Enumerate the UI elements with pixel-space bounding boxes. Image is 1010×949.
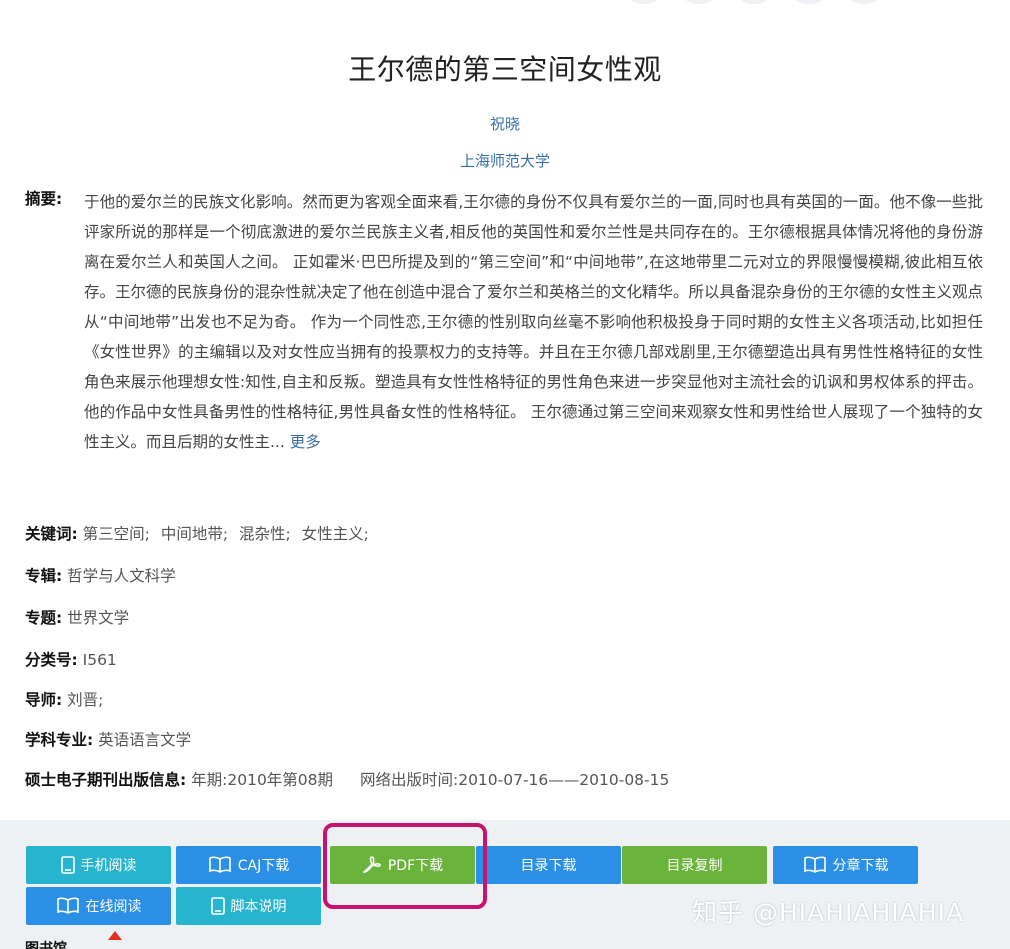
toc-download-label: 目录下载 — [520, 858, 577, 874]
publication-issue: 年期:2010年第08期 — [191, 771, 334, 789]
bottom-section-label: 图书馆 — [25, 941, 67, 949]
keyword-link[interactable]: 第三空间; — [83, 525, 150, 543]
red-caret-icon — [108, 931, 122, 940]
chapter-download-button[interactable]: 分章下载 — [773, 846, 918, 884]
publication-online-time: 网络出版时间:2010-07-16——2010-08-15 — [359, 771, 670, 789]
toc-copy-button[interactable]: 目录复制 — [622, 846, 767, 884]
phone-icon — [210, 897, 225, 915]
share-dot[interactable] — [683, 0, 715, 4]
publication-label: 硕士电子期刊出版信息: — [25, 771, 187, 789]
keywords-label: 关键词: — [25, 525, 78, 543]
class-label: 分类号: — [25, 651, 78, 669]
keyword-link[interactable]: 混杂性; — [239, 525, 291, 543]
caj-download-label: CAJ下载 — [237, 858, 290, 874]
advisor-row: 导师: 刘晋; — [25, 688, 103, 710]
major-row: 学科专业: 英语语言文学 — [25, 728, 191, 750]
paper-title: 王尔德的第三空间女性观 — [348, 53, 662, 86]
mobile-read-button[interactable]: 手机阅读 — [26, 846, 171, 884]
series-value: 哲学与人文科学 — [67, 567, 176, 585]
major-label: 学科专业: — [25, 731, 94, 749]
mobile-read-label: 手机阅读 — [80, 858, 137, 874]
share-dot[interactable] — [848, 0, 880, 4]
keywords-row: 关键词: 第三空间; 中间地带; 混杂性; 女性主义; — [25, 522, 375, 544]
online-read-label: 在线阅读 — [85, 899, 142, 915]
action-bar — [0, 820, 1010, 949]
publication-row: 硕士电子期刊出版信息: 年期:2010年第08期 网络出版时间:2010-07-… — [25, 768, 669, 790]
abstract-text: 于他的爱尔兰的民族文化影响。然而更为客观全面来看,王尔德的身份不仅具有爱尔兰的一… — [84, 187, 983, 457]
abstract-label: 摘要: — [25, 190, 63, 208]
book-icon — [208, 856, 231, 873]
class-row: 分类号: I561 — [25, 648, 117, 670]
caj-download-button[interactable]: CAJ下载 — [176, 846, 321, 884]
share-dot[interactable] — [738, 0, 770, 4]
topic-label: 专题: — [25, 609, 63, 627]
topic-value: 世界文学 — [67, 609, 130, 627]
script-note-label: 脚本说明 — [230, 899, 287, 915]
toc-copy-label: 目录复制 — [666, 858, 723, 874]
series-row: 专辑: 哲学与人文科学 — [25, 564, 176, 586]
abstract-body: 于他的爱尔兰的民族文化影响。然而更为客观全面来看,王尔德的身份不仅具有爱尔兰的一… — [84, 193, 984, 451]
pdf-highlight-annotation — [323, 823, 487, 909]
top-share-dots — [628, 0, 880, 4]
script-note-button[interactable]: 脚本说明 — [176, 887, 321, 925]
series-label: 专辑: — [25, 567, 63, 585]
zhihu-watermark: 知乎 @HIAHIAHIAHIA — [692, 898, 965, 927]
topic-row: 专题: 世界文学 — [25, 606, 129, 628]
paper-author-link[interactable]: 祝晓 — [0, 113, 1010, 134]
book-icon — [56, 897, 79, 914]
class-value: I561 — [82, 651, 117, 669]
advisor-link[interactable]: 刘晋; — [67, 691, 103, 709]
keyword-link[interactable]: 女性主义; — [302, 525, 369, 543]
online-read-button[interactable]: 在线阅读 — [26, 887, 171, 925]
book-icon — [803, 856, 826, 873]
chapter-download-label: 分章下载 — [832, 858, 889, 874]
major-value: 英语语言文学 — [98, 731, 192, 749]
share-dot[interactable] — [628, 0, 660, 4]
abstract-more-link[interactable]: 更多 — [290, 433, 321, 451]
toc-download-button[interactable]: 目录下载 — [476, 846, 621, 884]
share-dot[interactable] — [793, 0, 825, 4]
paper-organization-link[interactable]: 上海师范大学 — [0, 150, 1010, 171]
phone-icon — [60, 856, 75, 874]
advisor-label: 导师: — [25, 691, 63, 709]
keyword-link[interactable]: 中间地带; — [161, 525, 228, 543]
abstract-section: 摘要: 于他的爱尔兰的民族文化影响。然而更为客观全面来看,王尔德的身份不仅具有爱… — [25, 187, 983, 457]
